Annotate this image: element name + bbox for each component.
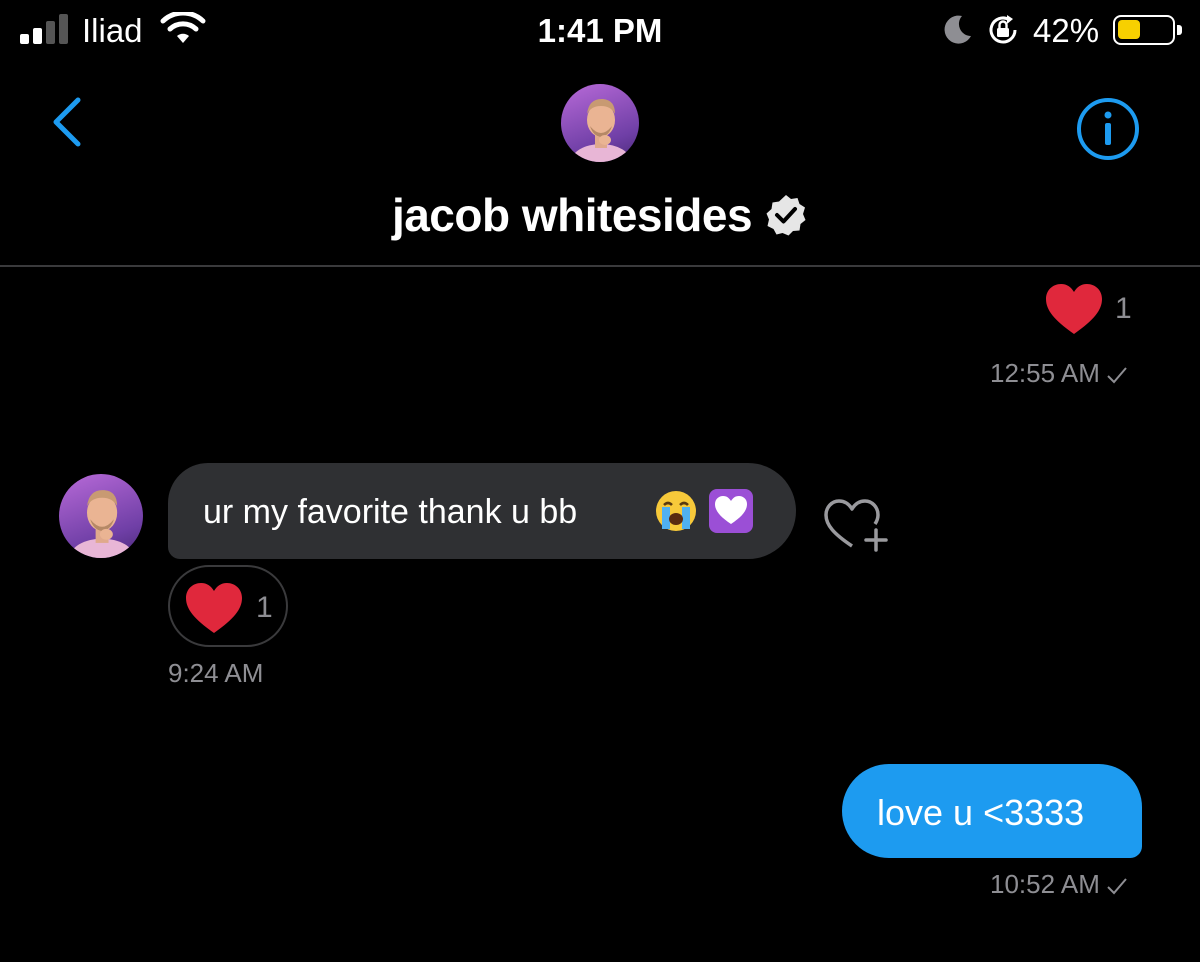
sent-heart-message[interactable] bbox=[1044, 282, 1104, 336]
info-icon[interactable] bbox=[1075, 96, 1141, 162]
back-chevron-icon[interactable] bbox=[48, 96, 88, 148]
message-timestamp: 10:52 AM bbox=[990, 869, 1128, 900]
heart-reaction-count: 1 bbox=[1115, 292, 1132, 325]
sent-message-text: love u <3333 bbox=[877, 792, 1085, 833]
add-reaction-icon[interactable] bbox=[822, 494, 890, 554]
read-check-icon bbox=[1107, 878, 1127, 895]
contact-name-text: jacob whitesides bbox=[391, 189, 753, 241]
sender-avatar[interactable] bbox=[59, 474, 143, 558]
avatar-photo bbox=[69, 490, 135, 558]
message-timestamp: 9:24 AM bbox=[168, 658, 264, 688]
received-message-text: ur my favorite thank u bb bbox=[203, 493, 578, 531]
heart-icon bbox=[186, 583, 242, 633]
header-divider bbox=[0, 265, 1200, 267]
heart-reaction-pill[interactable]: 1 bbox=[168, 565, 288, 647]
loudly-crying-face-icon bbox=[656, 491, 696, 531]
reaction-count: 1 bbox=[256, 591, 273, 624]
rotation-lock-icon bbox=[989, 15, 1017, 44]
white-heart-icon bbox=[709, 489, 753, 533]
read-check-icon bbox=[1107, 367, 1127, 384]
battery-icon bbox=[1113, 15, 1182, 45]
timestamp-text: 10:52 AM bbox=[990, 869, 1100, 899]
message-timestamp: 12:55 AM bbox=[990, 358, 1128, 389]
status-bar: Iliad 1:41 PM 42% bbox=[0, 0, 1200, 62]
battery-percent: 42% bbox=[1033, 12, 1100, 49]
avatar[interactable] bbox=[561, 84, 639, 162]
moon-icon bbox=[944, 15, 971, 44]
avatar-photo bbox=[571, 98, 631, 162]
verified-badge-icon bbox=[766, 194, 806, 236]
timestamp-text: 12:55 AM bbox=[990, 358, 1100, 388]
contact-name: jacob whitesides bbox=[0, 188, 1200, 242]
